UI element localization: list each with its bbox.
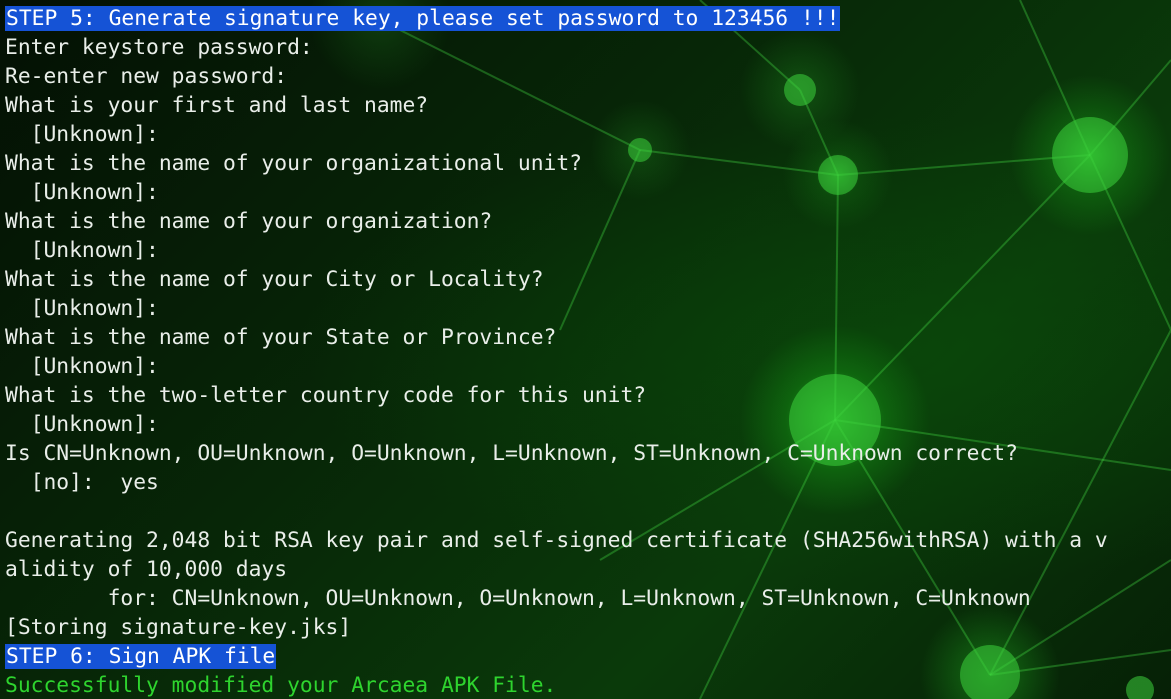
- step-heading: STEP 6: Sign APK file: [5, 644, 277, 669]
- terminal-line: What is the two-letter country code for …: [5, 381, 1171, 410]
- output-text: What is the name of your City or Localit…: [5, 267, 544, 292]
- terminal-line: What is your first and last name?: [5, 91, 1171, 120]
- output-text: alidity of 10,000 days: [5, 557, 288, 582]
- output-text: [no]: yes: [5, 470, 159, 495]
- terminal-line: Is CN=Unknown, OU=Unknown, O=Unknown, L=…: [5, 439, 1171, 468]
- terminal-line: [Unknown]:: [5, 352, 1171, 381]
- success-message: Successfully modified your Arcaea APK Fi…: [5, 673, 557, 698]
- output-text: Re-enter new password:: [5, 64, 288, 89]
- output-text: Generating 2,048 bit RSA key pair and se…: [5, 528, 1108, 553]
- output-text: Enter keystore password:: [5, 35, 313, 60]
- terminal-line: What is the name of your State or Provin…: [5, 323, 1171, 352]
- output-text: What is your first and last name?: [5, 93, 429, 118]
- terminal-line: Generating 2,048 bit RSA key pair and se…: [5, 526, 1171, 555]
- terminal-line: STEP 6: Sign APK file: [5, 642, 1171, 671]
- output-text: [Unknown]:: [5, 412, 159, 437]
- terminal-output: STEP 5: Generate signature key, please s…: [5, 4, 1171, 699]
- terminal-line: What is the name of your organizational …: [5, 149, 1171, 178]
- terminal-line: STEP 5: Generate signature key, please s…: [5, 4, 1171, 33]
- terminal-line: [Unknown]:: [5, 120, 1171, 149]
- terminal-line: [Storing signature-key.jks]: [5, 613, 1171, 642]
- terminal-line: Successfully modified your Arcaea APK Fi…: [5, 671, 1171, 699]
- terminal-line: [no]: yes: [5, 468, 1171, 497]
- output-text: [Unknown]:: [5, 122, 159, 147]
- output-text: What is the two-letter country code for …: [5, 383, 647, 408]
- terminal-line: [Unknown]:: [5, 294, 1171, 323]
- output-text: What is the name of your organization?: [5, 209, 493, 234]
- output-text: What is the name of your organizational …: [5, 151, 582, 176]
- output-text: What is the name of your State or Provin…: [5, 325, 557, 350]
- output-text: [Storing signature-key.jks]: [5, 615, 352, 640]
- terminal-line: alidity of 10,000 days: [5, 555, 1171, 584]
- output-text: [Unknown]:: [5, 238, 159, 263]
- terminal-line: Enter keystore password:: [5, 33, 1171, 62]
- terminal-line: [Unknown]:: [5, 236, 1171, 265]
- terminal-line: for: CN=Unknown, OU=Unknown, O=Unknown, …: [5, 584, 1171, 613]
- terminal-line: What is the name of your City or Localit…: [5, 265, 1171, 294]
- terminal-line: [Unknown]:: [5, 178, 1171, 207]
- output-text: for: CN=Unknown, OU=Unknown, O=Unknown, …: [5, 586, 1031, 611]
- output-text: [Unknown]:: [5, 354, 159, 379]
- terminal-line: What is the name of your organization?: [5, 207, 1171, 236]
- terminal-window[interactable]: STEP 5: Generate signature key, please s…: [0, 0, 1171, 699]
- terminal-line: [Unknown]:: [5, 410, 1171, 439]
- step-heading: STEP 5: Generate signature key, please s…: [5, 6, 841, 31]
- output-text: Is CN=Unknown, OU=Unknown, O=Unknown, L=…: [5, 441, 1018, 466]
- output-text: [Unknown]:: [5, 180, 159, 205]
- terminal-line: Re-enter new password:: [5, 62, 1171, 91]
- output-text: [Unknown]:: [5, 296, 159, 321]
